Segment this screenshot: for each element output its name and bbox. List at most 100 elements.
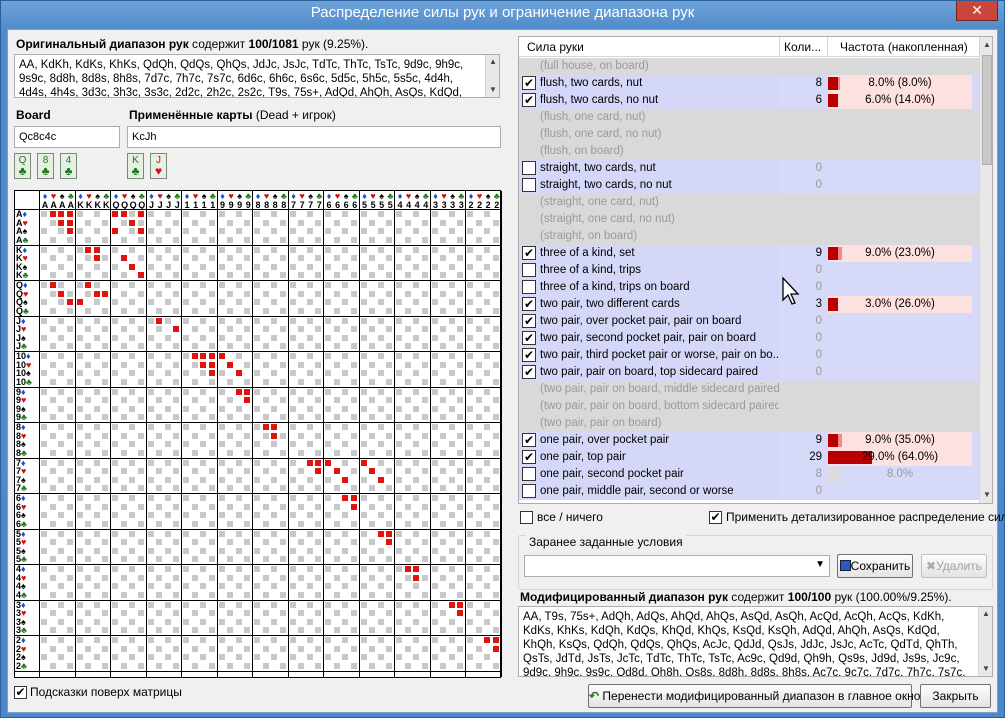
- matrix-cell[interactable]: [271, 601, 278, 608]
- matrix-cell[interactable]: [421, 662, 428, 669]
- matrix-cell[interactable]: [325, 334, 331, 341]
- header-count[interactable]: Коли...: [784, 40, 821, 54]
- matrix-cell[interactable]: [200, 334, 207, 341]
- matrix-cell[interactable]: [58, 405, 65, 412]
- matrix-cell[interactable]: [475, 591, 482, 598]
- matrix-cell-selected[interactable]: [66, 219, 73, 226]
- matrix-cell[interactable]: [289, 459, 296, 466]
- matrix-cell[interactable]: [218, 263, 225, 270]
- matrix-cell[interactable]: [484, 211, 491, 217]
- matrix-cell[interactable]: [218, 601, 225, 608]
- matrix-cell[interactable]: [306, 495, 313, 501]
- matrix-cell[interactable]: [369, 290, 376, 297]
- matrix-cell[interactable]: [129, 388, 136, 395]
- matrix-cell[interactable]: [66, 627, 73, 634]
- matrix-cell[interactable]: [58, 618, 65, 625]
- matrix-cell[interactable]: [342, 459, 349, 466]
- matrix-cell[interactable]: [147, 228, 154, 235]
- matrix-cell[interactable]: [484, 282, 491, 288]
- matrix-cell[interactable]: [49, 627, 56, 634]
- matrix-cell[interactable]: [183, 317, 189, 324]
- matrix-cell[interactable]: [448, 637, 455, 643]
- matrix-cell[interactable]: [235, 654, 242, 661]
- matrix-cell[interactable]: [76, 353, 83, 359]
- matrix-cell[interactable]: [262, 503, 269, 510]
- matrix-cell[interactable]: [306, 637, 313, 643]
- matrix-cell[interactable]: [191, 290, 198, 297]
- matrix-cell[interactable]: [208, 397, 215, 404]
- matrix-cell[interactable]: [254, 512, 260, 519]
- matrix-cell[interactable]: [315, 449, 322, 456]
- matrix-cell[interactable]: [41, 654, 47, 661]
- matrix-cell[interactable]: [85, 361, 92, 368]
- matrix-cell[interactable]: [279, 574, 286, 581]
- matrix-cell[interactable]: [93, 388, 100, 395]
- matrix-cell[interactable]: [137, 539, 144, 546]
- matrix-cell[interactable]: [289, 530, 296, 537]
- matrix-cell[interactable]: [484, 547, 491, 554]
- matrix-cell-selected[interactable]: [377, 476, 384, 483]
- matrix-cell[interactable]: [254, 637, 260, 643]
- matrix-cell[interactable]: [137, 414, 144, 421]
- matrix-cell[interactable]: [279, 432, 286, 439]
- matrix-cell[interactable]: [191, 468, 198, 475]
- matrix-cell-selected[interactable]: [129, 263, 136, 270]
- matrix-cell[interactable]: [164, 299, 171, 306]
- matrix-cell[interactable]: [147, 566, 154, 572]
- matrix-cell-selected[interactable]: [325, 459, 331, 466]
- matrix-cell-selected[interactable]: [156, 317, 163, 324]
- matrix-cell[interactable]: [147, 618, 154, 625]
- matrix-cell[interactable]: [58, 388, 65, 395]
- matrix-cell-selected[interactable]: [386, 530, 393, 537]
- table-row[interactable]: one pair, middle pair, second or worse 0: [519, 483, 979, 500]
- matrix-cell[interactable]: [289, 618, 296, 625]
- matrix-cell[interactable]: [191, 361, 198, 368]
- row-checkbox[interactable]: ✔: [522, 246, 536, 260]
- matrix-cell[interactable]: [396, 246, 402, 253]
- matrix-cell[interactable]: [386, 343, 393, 350]
- matrix-cell[interactable]: [76, 601, 83, 608]
- matrix-cell[interactable]: [315, 255, 322, 262]
- matrix-cell[interactable]: [129, 211, 136, 217]
- matrix-cell[interactable]: [315, 485, 322, 492]
- matrix-cell-selected[interactable]: [342, 476, 349, 483]
- matrix-cell[interactable]: [396, 512, 402, 519]
- matrix-cell[interactable]: [41, 441, 47, 448]
- matrix-cell[interactable]: [271, 263, 278, 270]
- matrix-cell[interactable]: [298, 326, 305, 333]
- matrix-cell[interactable]: [386, 397, 393, 404]
- matrix-cell-selected[interactable]: [85, 246, 92, 253]
- matrix-cell[interactable]: [129, 299, 136, 306]
- matrix-cell[interactable]: [306, 405, 313, 412]
- matrix-cell[interactable]: [404, 414, 411, 421]
- matrix-cell[interactable]: [235, 601, 242, 608]
- matrix-cell[interactable]: [440, 397, 447, 404]
- matrix-cell[interactable]: [333, 539, 340, 546]
- matrix-cell[interactable]: [325, 547, 331, 554]
- matrix-cell[interactable]: [147, 388, 154, 395]
- matrix-cell[interactable]: [369, 361, 376, 368]
- matrix-cell[interactable]: [475, 361, 482, 368]
- matrix-cell[interactable]: [183, 637, 189, 643]
- matrix-cell[interactable]: [440, 520, 447, 527]
- matrix-cell[interactable]: [120, 361, 127, 368]
- matrix-cell[interactable]: [66, 520, 73, 527]
- matrix-cell[interactable]: [173, 449, 180, 456]
- matrix-cell[interactable]: [200, 246, 207, 253]
- matrix-cell[interactable]: [492, 556, 499, 563]
- matrix-cell[interactable]: [93, 547, 100, 554]
- matrix-cell[interactable]: [457, 556, 464, 563]
- matrix-cell[interactable]: [85, 432, 92, 439]
- matrix-cell[interactable]: [254, 263, 260, 270]
- matrix-cell-selected[interactable]: [404, 566, 411, 572]
- matrix-cell[interactable]: [475, 662, 482, 669]
- matrix-cell[interactable]: [386, 378, 393, 385]
- matrix-cell[interactable]: [279, 272, 286, 279]
- matrix-cell[interactable]: [49, 236, 56, 243]
- matrix-cell[interactable]: [262, 520, 269, 527]
- matrix-cell[interactable]: [137, 662, 144, 669]
- matrix-cell[interactable]: [208, 414, 215, 421]
- matrix-cell[interactable]: [298, 378, 305, 385]
- matrix-cell[interactable]: [404, 272, 411, 279]
- matrix-cell[interactable]: [325, 476, 331, 483]
